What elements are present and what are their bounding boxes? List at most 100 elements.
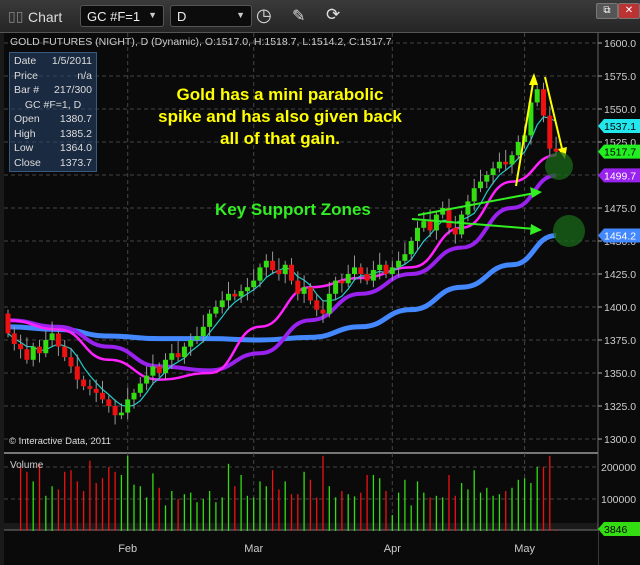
- candle-body: [339, 280, 345, 284]
- candle-body: [106, 399, 112, 406]
- candle-body: [62, 346, 68, 358]
- svg-text:1454.2: 1454.2: [604, 230, 636, 242]
- candle-body: [188, 340, 194, 347]
- candle-body: [81, 379, 87, 387]
- candle-body: [421, 221, 427, 228]
- candle-body: [364, 274, 370, 281]
- support-zone-circle: [553, 215, 585, 247]
- date-axis: [4, 530, 598, 565]
- candle-body: [144, 375, 150, 384]
- date-label: Apr: [384, 543, 401, 555]
- support-zones-annotation: Key Support Zones: [215, 200, 371, 219]
- candle-body: [87, 386, 93, 389]
- window-toolbar: ▯▯ Chart GC #F=1 ▼ D ▼ ◷ ✎ ⟳ ⧉ ✕: [0, 0, 640, 33]
- candle-body: [11, 333, 17, 344]
- svg-text:1499.7: 1499.7: [604, 170, 636, 182]
- pencil-icon[interactable]: ✎: [292, 6, 305, 26]
- price-tick-label: 1475.0: [604, 203, 636, 215]
- price-marker: 1537.1: [598, 119, 640, 134]
- candle-body: [490, 168, 496, 175]
- candle-body: [459, 214, 465, 235]
- date-label: Feb: [118, 543, 137, 555]
- candle-body: [226, 293, 231, 301]
- candle-body: [169, 353, 175, 360]
- candle-body: [156, 366, 162, 373]
- candle-body: [55, 333, 61, 347]
- candle-body: [163, 359, 168, 373]
- candle-body: [282, 264, 288, 274]
- candle-body: [213, 307, 219, 314]
- candle-body: [553, 148, 559, 152]
- candle-body: [207, 313, 213, 327]
- info-value: 1385.2: [59, 127, 92, 140]
- candle-body: [534, 89, 540, 103]
- symbol-value: GC #F=1: [87, 9, 141, 24]
- price-tick-label: 1300.0: [604, 434, 636, 446]
- candle-body: [452, 227, 458, 235]
- interval-select[interactable]: D ▼: [170, 5, 252, 27]
- candle-body: [446, 208, 452, 228]
- candle-body: [244, 287, 250, 292]
- candle: [5, 309, 11, 338]
- candle-body: [396, 260, 402, 268]
- candle-body: [295, 280, 301, 294]
- price-marker: 1499.7: [598, 168, 640, 183]
- candle-body: [49, 333, 55, 340]
- candle-body: [270, 260, 276, 271]
- svg-text:1517.7: 1517.7: [604, 147, 636, 159]
- copyright: © Interactive Data, 2011: [9, 436, 111, 447]
- candle-body: [358, 267, 364, 274]
- clock-icon[interactable]: ◷: [256, 5, 272, 26]
- candle-body: [263, 260, 269, 268]
- candle-body: [251, 280, 257, 288]
- candle-body: [181, 346, 187, 358]
- data-window: Date 1/5/2011 Price n/a Bar # 217/300 GC #F…: [9, 52, 97, 172]
- candle-body: [74, 366, 80, 380]
- candle-body: [314, 300, 320, 310]
- candle-body: [137, 383, 143, 393]
- volume-marker: 3846: [598, 522, 640, 536]
- price-tick-label: 1600.0: [604, 38, 636, 50]
- info-label: Price: [14, 69, 38, 82]
- candle-body: [389, 267, 395, 274]
- candle-body: [433, 214, 439, 231]
- support-zone-circle: [545, 152, 573, 180]
- price-tick-label: 1550.0: [604, 104, 636, 116]
- symbol-select[interactable]: GC #F=1 ▼: [80, 5, 164, 27]
- candle-body: [118, 412, 124, 416]
- refresh-icon[interactable]: ⟳: [326, 5, 340, 25]
- candle-body: [408, 241, 414, 255]
- candle-body: [5, 313, 11, 334]
- candle-body: [219, 300, 225, 307]
- candle-body: [100, 392, 105, 400]
- candle-body: [37, 346, 42, 354]
- candle-body: [478, 181, 483, 189]
- candle-body: [471, 188, 477, 202]
- candle-body: [131, 392, 137, 400]
- candle-body: [333, 280, 339, 294]
- info-value: n/a: [77, 69, 92, 82]
- restore-button[interactable]: ⧉: [596, 3, 618, 19]
- candle-body: [326, 293, 332, 314]
- candle-body: [484, 175, 490, 182]
- candle-body: [150, 366, 156, 376]
- candle-body: [276, 270, 282, 274]
- price-tick-label: 1425.0: [604, 269, 636, 281]
- chevron-down-icon: ▼: [236, 10, 245, 20]
- candle-body: [301, 287, 307, 294]
- close-button[interactable]: ✕: [618, 3, 640, 19]
- svg-text:3846: 3846: [604, 524, 628, 536]
- info-label: Open: [14, 113, 40, 125]
- candle-body: [503, 161, 509, 165]
- candle-body: [352, 267, 357, 274]
- candle-body: [112, 406, 118, 416]
- parabolic-spike-annotation: Gold has a mini parabolic spike and has …: [158, 85, 402, 148]
- candle-body: [125, 399, 131, 413]
- candle-body: [200, 326, 206, 337]
- info-label: Close: [14, 156, 41, 169]
- drag-handle-icon[interactable]: ▯▯: [8, 8, 23, 25]
- candle-body: [509, 155, 515, 165]
- chart-header: GOLD FUTURES (NIGHT), D (Dynamic), O:151…: [10, 36, 392, 48]
- info-label: Date: [14, 55, 37, 67]
- price-tick-label: 1575.0: [604, 71, 636, 83]
